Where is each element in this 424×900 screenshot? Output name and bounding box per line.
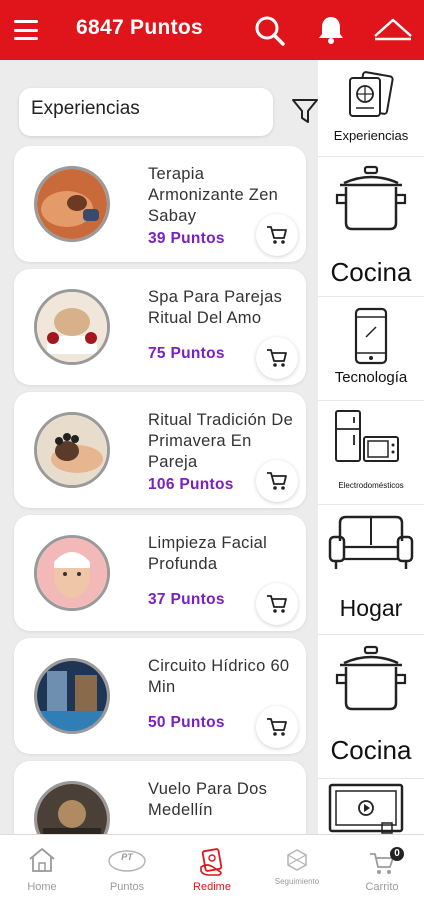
nav-label: Carrito	[365, 881, 399, 893]
cart-icon	[267, 718, 287, 736]
cart-icon	[267, 349, 287, 367]
product-card[interactable]: Circuito Hídrico 60 Min 50 Puntos	[14, 638, 306, 754]
bell-icon[interactable]	[315, 14, 347, 46]
category-label: Electrodomésticos	[338, 481, 404, 490]
cart-icon	[267, 595, 287, 613]
points-icon-text: PT	[121, 852, 133, 862]
top-app-bar: 6847 Puntos	[0, 0, 424, 60]
cart-count-badge: 0	[390, 847, 404, 861]
product-points: 106 Puntos	[148, 476, 234, 493]
product-thumbnail	[34, 412, 110, 488]
product-points: 75 Puntos	[148, 345, 225, 362]
nav-label: Seguimiento	[274, 877, 320, 886]
nav-label: Puntos	[109, 881, 145, 893]
bottom-navigation: Home PT Puntos Redime Seguimiento 0 Carr…	[0, 834, 424, 900]
product-thumbnail	[34, 166, 110, 242]
category-search-input[interactable]: Experiencias	[19, 88, 273, 136]
product-points: 39 Puntos	[148, 230, 225, 247]
appliances-icon	[335, 410, 399, 462]
tracking-icon	[287, 849, 307, 871]
home-outline-icon[interactable]	[372, 14, 414, 46]
category-cocina-2[interactable]: Cocina	[318, 635, 424, 779]
category-tecnologia[interactable]: Tecnología	[318, 297, 424, 401]
product-thumbnail	[34, 658, 110, 734]
category-label: Hogar	[339, 595, 403, 621]
add-to-cart-button[interactable]	[256, 214, 298, 256]
category-cocina[interactable]: Cocina	[318, 157, 424, 297]
nav-label: Redime	[193, 881, 231, 893]
category-experiencias[interactable]: Experiencias	[318, 60, 424, 157]
product-card[interactable]: Ritual Tradición De Primavera En Pareja …	[14, 392, 306, 508]
product-name: Limpieza Facial Profunda	[148, 534, 268, 573]
cart-icon	[267, 472, 287, 490]
cart-icon	[267, 226, 287, 244]
product-thumbnail	[34, 535, 110, 611]
add-to-cart-button[interactable]	[256, 583, 298, 625]
product-points: 50 Puntos	[148, 714, 225, 731]
filter-icon[interactable]	[290, 96, 320, 126]
product-thumbnail	[34, 289, 110, 365]
category-electrodomesticos[interactable]: Electrodomésticos	[318, 401, 424, 505]
nav-carrito[interactable]: 0 Carrito	[340, 835, 424, 900]
nav-seguimiento[interactable]: Seguimiento	[255, 835, 339, 900]
nav-redime[interactable]: Redime	[170, 835, 254, 900]
product-name: Circuito Hídrico 60 Min	[148, 657, 290, 696]
menu-icon[interactable]	[14, 20, 38, 40]
tv-icon	[328, 783, 404, 834]
product-points: 37 Puntos	[148, 591, 225, 608]
category-label: Tecnología	[334, 369, 408, 386]
category-label: Experiencias	[333, 128, 409, 143]
pot-icon	[335, 645, 407, 711]
nav-puntos[interactable]: PT Puntos	[85, 835, 169, 900]
pot-icon	[335, 165, 407, 231]
add-to-cart-button[interactable]	[256, 706, 298, 748]
product-card[interactable]: Limpieza Facial Profunda 37 Puntos	[14, 515, 306, 631]
points-balance: 6847 Puntos	[76, 16, 204, 39]
search-icon[interactable]	[253, 14, 285, 46]
category-label: Cocina	[330, 735, 412, 765]
smartphone-icon	[354, 307, 388, 365]
passport-icon	[349, 71, 394, 117]
category-tv[interactable]	[318, 779, 424, 834]
category-hogar[interactable]: Hogar	[318, 505, 424, 635]
nav-label: Home	[27, 881, 57, 893]
redeem-icon	[200, 848, 223, 876]
product-name: Vuelo Para Dos Medellín	[148, 780, 268, 819]
add-to-cart-button[interactable]	[256, 337, 298, 379]
nav-home[interactable]: Home	[0, 835, 84, 900]
sofa-icon	[328, 515, 414, 569]
product-name: Spa Para Parejas Ritual Del Amo	[148, 288, 283, 327]
product-list: Terapia Armonizante Zen Sabay 39 Puntos …	[14, 146, 306, 884]
product-card[interactable]: Terapia Armonizante Zen Sabay 39 Puntos	[14, 146, 306, 262]
product-card[interactable]: Spa Para Parejas Ritual Del Amo 75 Punto…	[14, 269, 306, 385]
add-to-cart-button[interactable]	[256, 460, 298, 502]
category-sidebar: Experiencias Cocina Tecnología Electrodo…	[318, 60, 424, 834]
home-icon	[29, 848, 55, 872]
category-label: Cocina	[330, 257, 412, 287]
